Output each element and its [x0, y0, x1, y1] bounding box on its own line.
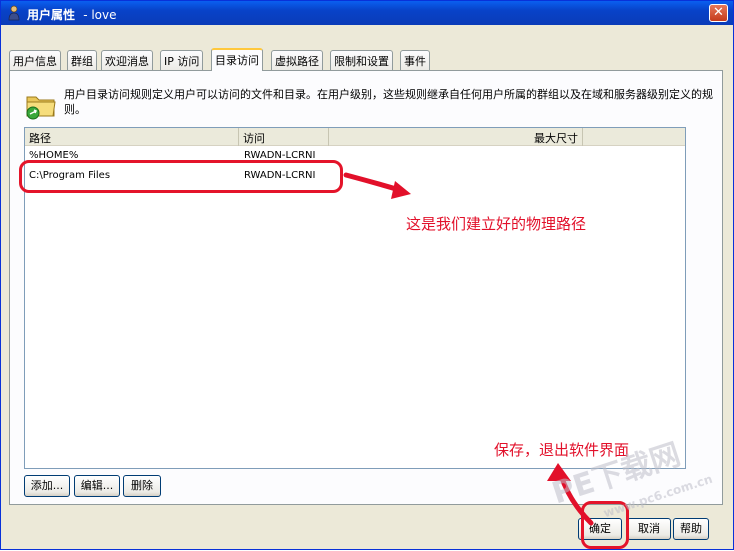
close-button[interactable]: ✕ [709, 4, 728, 22]
tab-directory-access[interactable]: 目录访问 [211, 48, 263, 71]
column-header-path[interactable]: 路径 [25, 128, 239, 146]
window-title: 用户属性 - love [27, 6, 117, 23]
edit-button[interactable]: 编辑... [74, 475, 120, 497]
tab-events[interactable]: 事件 [400, 50, 430, 70]
title-bar[interactable]: 用户属性 - love ✕ [1, 1, 733, 25]
cancel-button[interactable]: 取消 [627, 518, 671, 540]
close-icon: ✕ [713, 5, 724, 20]
tab-ip-access[interactable]: IP 访问 [160, 50, 204, 70]
path-highlight-box [19, 160, 343, 193]
tab-welcome-message[interactable]: 欢迎消息 [101, 50, 153, 70]
column-header-max-size[interactable]: 最大尺寸 [329, 128, 583, 146]
user-properties-dialog: 用户属性 - love ✕ 用户信息 群组 欢迎消息 IP 访问 目录访问 虚拟… [0, 0, 734, 550]
user-icon [8, 5, 20, 21]
tab-user-info[interactable]: 用户信息 [9, 50, 61, 70]
window-title-main: 用户属性 [27, 8, 76, 22]
delete-button[interactable]: 删除 [123, 475, 161, 497]
tab-limits-settings[interactable]: 限制和设置 [330, 50, 393, 70]
column-header-access[interactable]: 访问 [239, 128, 329, 146]
tab-groups[interactable]: 群组 [67, 50, 97, 70]
directory-access-description: 用户目录访问规则定义用户可以访问的文件和目录。在用户级别，这些规则继承自任何用户… [64, 88, 713, 116]
add-button[interactable]: 添加... [24, 475, 70, 497]
list-header: 路径 访问 最大尺寸 [25, 128, 685, 146]
help-button[interactable]: 帮助 [673, 518, 709, 540]
folder-icon [26, 96, 56, 120]
tab-virtual-paths[interactable]: 虚拟路径 [271, 50, 323, 70]
annotation-physical-path: 这是我们建立好的物理路径 [406, 215, 587, 233]
window-title-user: - love [83, 8, 117, 22]
